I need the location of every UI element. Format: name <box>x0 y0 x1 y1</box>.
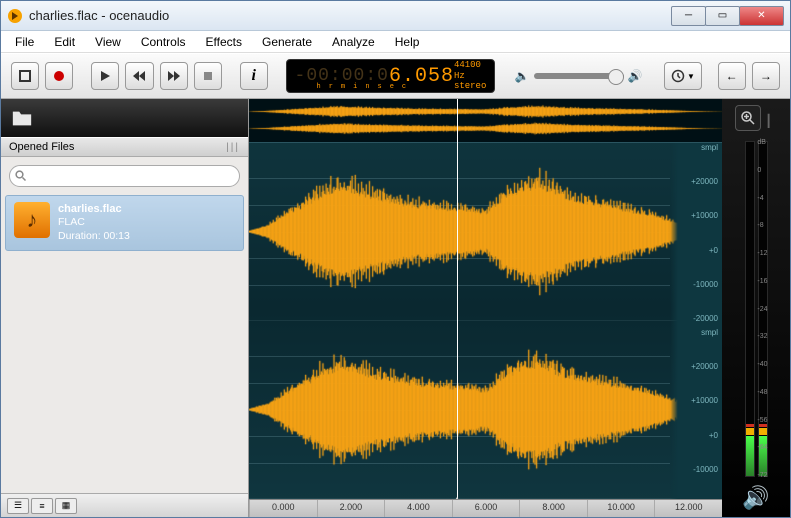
time-tick: 10.000 <box>587 500 655 517</box>
info-button[interactable]: i <box>240 62 268 90</box>
lcd-meta: 44100 Hz stereo <box>454 60 486 92</box>
sidebar-header[interactable] <box>1 99 248 137</box>
menu-generate[interactable]: Generate <box>252 33 322 51</box>
opened-files-label: Opened Files ||| <box>1 137 248 157</box>
amp-tick: +10000 <box>691 211 718 220</box>
menu-effects[interactable]: Effects <box>196 33 252 51</box>
speaker-high-icon: 🔊 <box>628 69 643 83</box>
file-format: FLAC <box>58 216 130 230</box>
search-box <box>1 157 248 195</box>
rewind-button[interactable] <box>125 62 153 90</box>
overview-waveform[interactable] <box>249 99 722 143</box>
forward-button[interactable] <box>160 62 188 90</box>
titlebar[interactable]: charlies.flac - ocenaudio ─ ▭ ✕ <box>1 1 790 31</box>
file-name: charlies.flac <box>58 202 130 216</box>
pause-stop-button[interactable] <box>194 62 222 90</box>
channels[interactable] <box>249 143 722 499</box>
menu-edit[interactable]: Edit <box>44 33 85 51</box>
sidebar: Opened Files ||| ♪ charlies.flac FLAC Du… <box>1 99 249 517</box>
waveform-pane[interactable]: smpl +20000 +10000 +0 -10000 -20000 smpl +20000… <box>249 99 722 517</box>
time-tick: 8.000 <box>519 500 587 517</box>
view-detail-button[interactable]: ☰ <box>7 498 29 514</box>
sidebar-viewbar: ☰ ≡ ▦ <box>1 493 248 517</box>
channel-right[interactable] <box>249 321 722 499</box>
app-window: charlies.flac - ocenaudio ─ ▭ ✕ File Edi… <box>0 0 791 518</box>
amp-tick: +0 <box>709 431 718 440</box>
time-tick: 12.000 <box>654 500 722 517</box>
output-speaker-icon[interactable]: 🔊 <box>742 485 769 511</box>
menu-view[interactable]: View <box>85 33 131 51</box>
folder-icon <box>11 107 33 129</box>
amp-tick: +20000 <box>691 177 718 186</box>
speaker-low-icon: 🔈 <box>515 69 530 83</box>
clock-icon <box>671 69 685 83</box>
menu-help[interactable]: Help <box>385 33 430 51</box>
time-display: -00:00:0 6.058 hrminsec 44100 Hz stereo <box>286 59 496 93</box>
record-button[interactable] <box>45 62 73 90</box>
time-tick: 4.000 <box>384 500 452 517</box>
history-button[interactable]: ▼ <box>664 62 702 90</box>
amp-tick: smpl <box>701 328 718 337</box>
file-duration: Duration: 00:13 <box>58 230 130 244</box>
menu-file[interactable]: File <box>5 33 44 51</box>
file-item[interactable]: ♪ charlies.flac FLAC Duration: 00:13 <box>5 195 244 251</box>
volume-slider[interactable] <box>534 73 624 79</box>
volume-control[interactable]: 🔈 🔊 <box>515 69 643 83</box>
zoom-button[interactable] <box>735 105 761 131</box>
window-title: charlies.flac - ocenaudio <box>29 8 169 23</box>
level-meters: dB0-4-8-12-16-24-32-40-48-56-64-72 <box>743 137 770 481</box>
time-tick: 0.000 <box>249 500 317 517</box>
stop-button[interactable] <box>11 62 39 90</box>
channel-left[interactable] <box>249 143 722 321</box>
search-icon <box>15 170 27 182</box>
amp-tick: -10000 <box>693 280 718 289</box>
nav-forward-button[interactable]: → <box>752 62 780 90</box>
editor-main: smpl +20000 +10000 +0 -10000 -20000 smpl +20000… <box>249 99 790 517</box>
close-button[interactable]: ✕ <box>739 6 784 26</box>
maximize-button[interactable]: ▭ <box>705 6 740 26</box>
amp-tick: -20000 <box>693 314 718 323</box>
audio-file-icon: ♪ <box>14 202 50 238</box>
playhead[interactable] <box>457 99 458 499</box>
amp-tick: +20000 <box>691 362 718 371</box>
time-tick: 6.000 <box>452 500 520 517</box>
time-ruler[interactable]: 0.0002.0004.0006.0008.00010.00012.000 <box>249 499 722 517</box>
amp-tick: smpl <box>701 143 718 152</box>
menu-analyze[interactable]: Analyze <box>322 33 385 51</box>
content-area: Opened Files ||| ♪ charlies.flac FLAC Du… <box>1 99 790 517</box>
amp-tick: -10000 <box>693 465 718 474</box>
meter-left <box>745 141 755 477</box>
magnifier-plus-icon <box>740 110 756 126</box>
db-scale: dB0-4-8-12-16-24-32-40-48-56-64-72 <box>757 137 767 481</box>
amp-tick: +10000 <box>691 396 718 405</box>
toolbar: i -00:00:0 6.058 hrminsec 44100 Hz stere… <box>1 53 790 99</box>
play-button[interactable] <box>91 62 119 90</box>
search-input[interactable] <box>9 165 240 187</box>
amp-tick: +0 <box>709 246 718 255</box>
amplitude-ruler: smpl +20000 +10000 +0 -10000 -20000 smpl +20000… <box>670 143 722 499</box>
view-grid-button[interactable]: ▦ <box>55 498 77 514</box>
slider-icon[interactable]: ┃ <box>765 105 777 137</box>
app-icon <box>7 8 23 24</box>
meter-panel: ┃ dB0-4-8-12-16-24-32-40-48-56-64-72 🔊 <box>722 99 790 517</box>
file-list: ♪ charlies.flac FLAC Duration: 00:13 <box>1 195 248 493</box>
nav-back-button[interactable]: ← <box>718 62 746 90</box>
time-tick: 2.000 <box>317 500 385 517</box>
menubar: File Edit View Controls Effects Generate… <box>1 31 790 53</box>
drag-handle-icon[interactable]: ||| <box>226 142 240 153</box>
menu-controls[interactable]: Controls <box>131 33 196 51</box>
minimize-button[interactable]: ─ <box>671 6 706 26</box>
view-list-button[interactable]: ≡ <box>31 498 53 514</box>
